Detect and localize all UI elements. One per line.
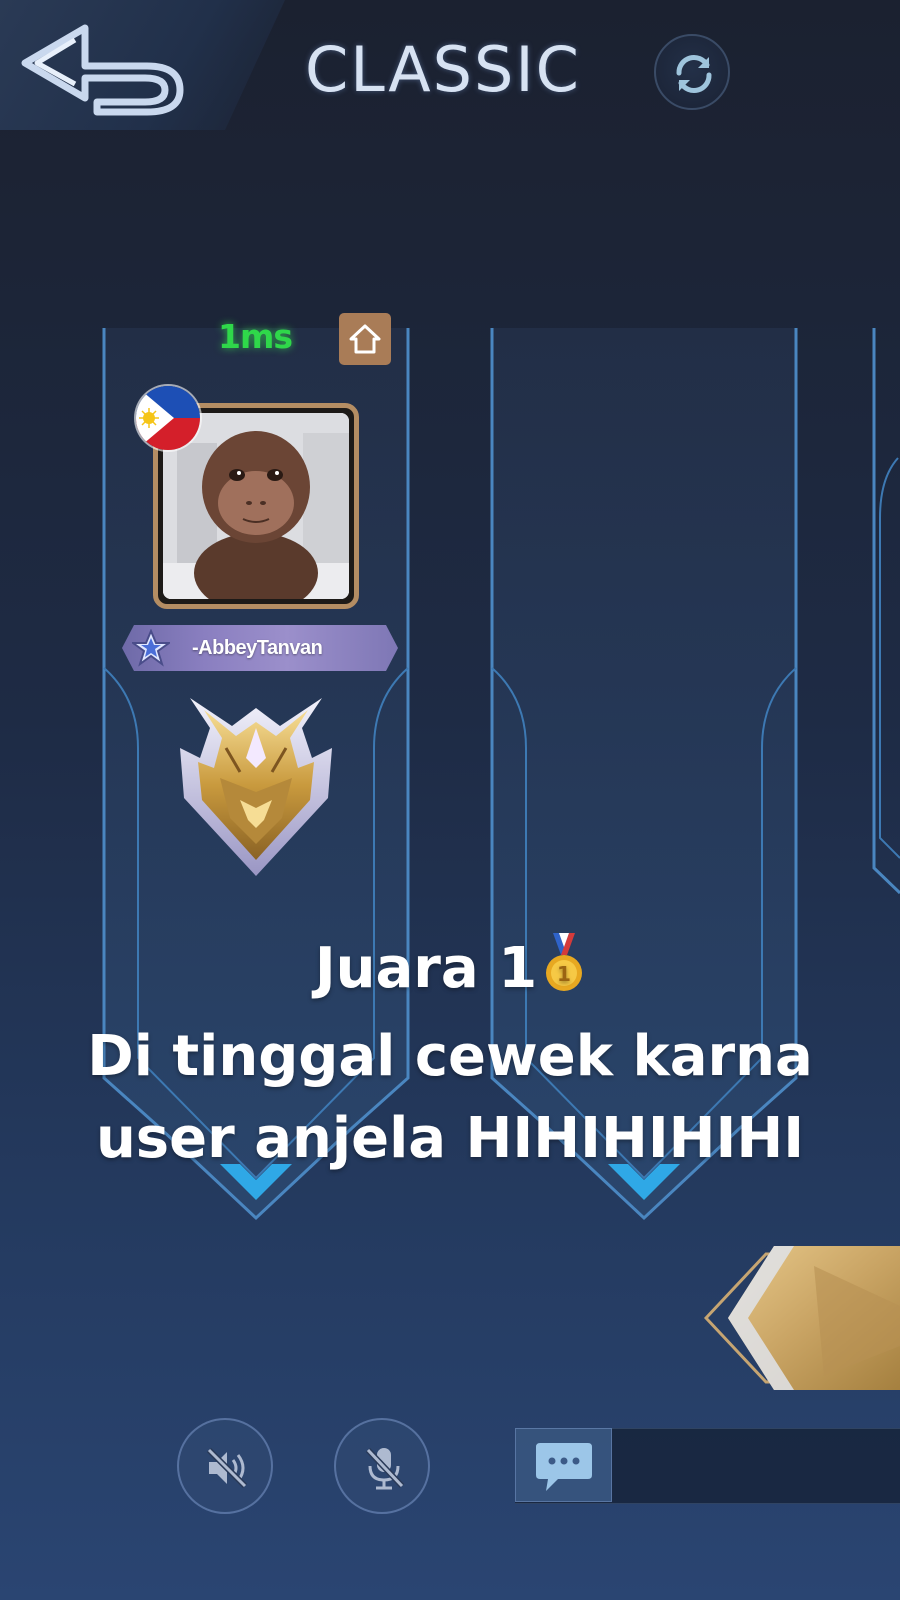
caption-line-2: Di tinggal cewek karna: [87, 1024, 813, 1089]
microphone-muted-icon: [365, 1447, 405, 1490]
monkey-avatar-image: [163, 413, 349, 599]
player-name: -AbbeyTanvan: [192, 637, 323, 659]
chat-bubble-icon: [536, 1443, 592, 1491]
caption-line-3: user anjela HIHIHIHIHI: [95, 1106, 805, 1171]
ping-latency: 1ms: [218, 317, 293, 356]
refresh-button[interactable]: [654, 34, 730, 110]
microphone-toggle-button[interactable]: [334, 1418, 430, 1514]
country-flag-badge: [136, 386, 200, 450]
speaker-toggle-button[interactable]: [177, 1418, 273, 1514]
mythic-rank-emblem-icon: [180, 698, 332, 876]
game-mode-title: CLASSIC: [305, 33, 581, 106]
rank-emblem[interactable]: [170, 688, 342, 880]
back-button[interactable]: [15, 18, 190, 118]
home-icon: [349, 324, 381, 354]
gold-medal-icon: 1: [543, 933, 585, 1016]
player-slot-3-edge: [872, 328, 900, 895]
gold-hexagon-button: [703, 1246, 900, 1390]
star-icon: [132, 629, 170, 667]
player-name-plate[interactable]: -AbbeyTanvan: [122, 625, 398, 671]
speaker-muted-icon: [206, 1447, 248, 1489]
caption-line-1-text: Juara 1: [314, 936, 538, 1001]
refresh-icon: [676, 54, 712, 94]
philippines-flag-icon: [136, 386, 200, 450]
home-badge[interactable]: [339, 313, 391, 365]
chat-button[interactable]: [515, 1428, 612, 1502]
caption-line-1: Juara 1 1: [40, 928, 860, 1016]
svg-text:1: 1: [557, 962, 571, 986]
video-caption: Juara 1 1 Di tinggal cewek karna user an…: [40, 928, 860, 1180]
back-arrow-icon: [21, 24, 184, 116]
ready-button[interactable]: [703, 1246, 900, 1390]
